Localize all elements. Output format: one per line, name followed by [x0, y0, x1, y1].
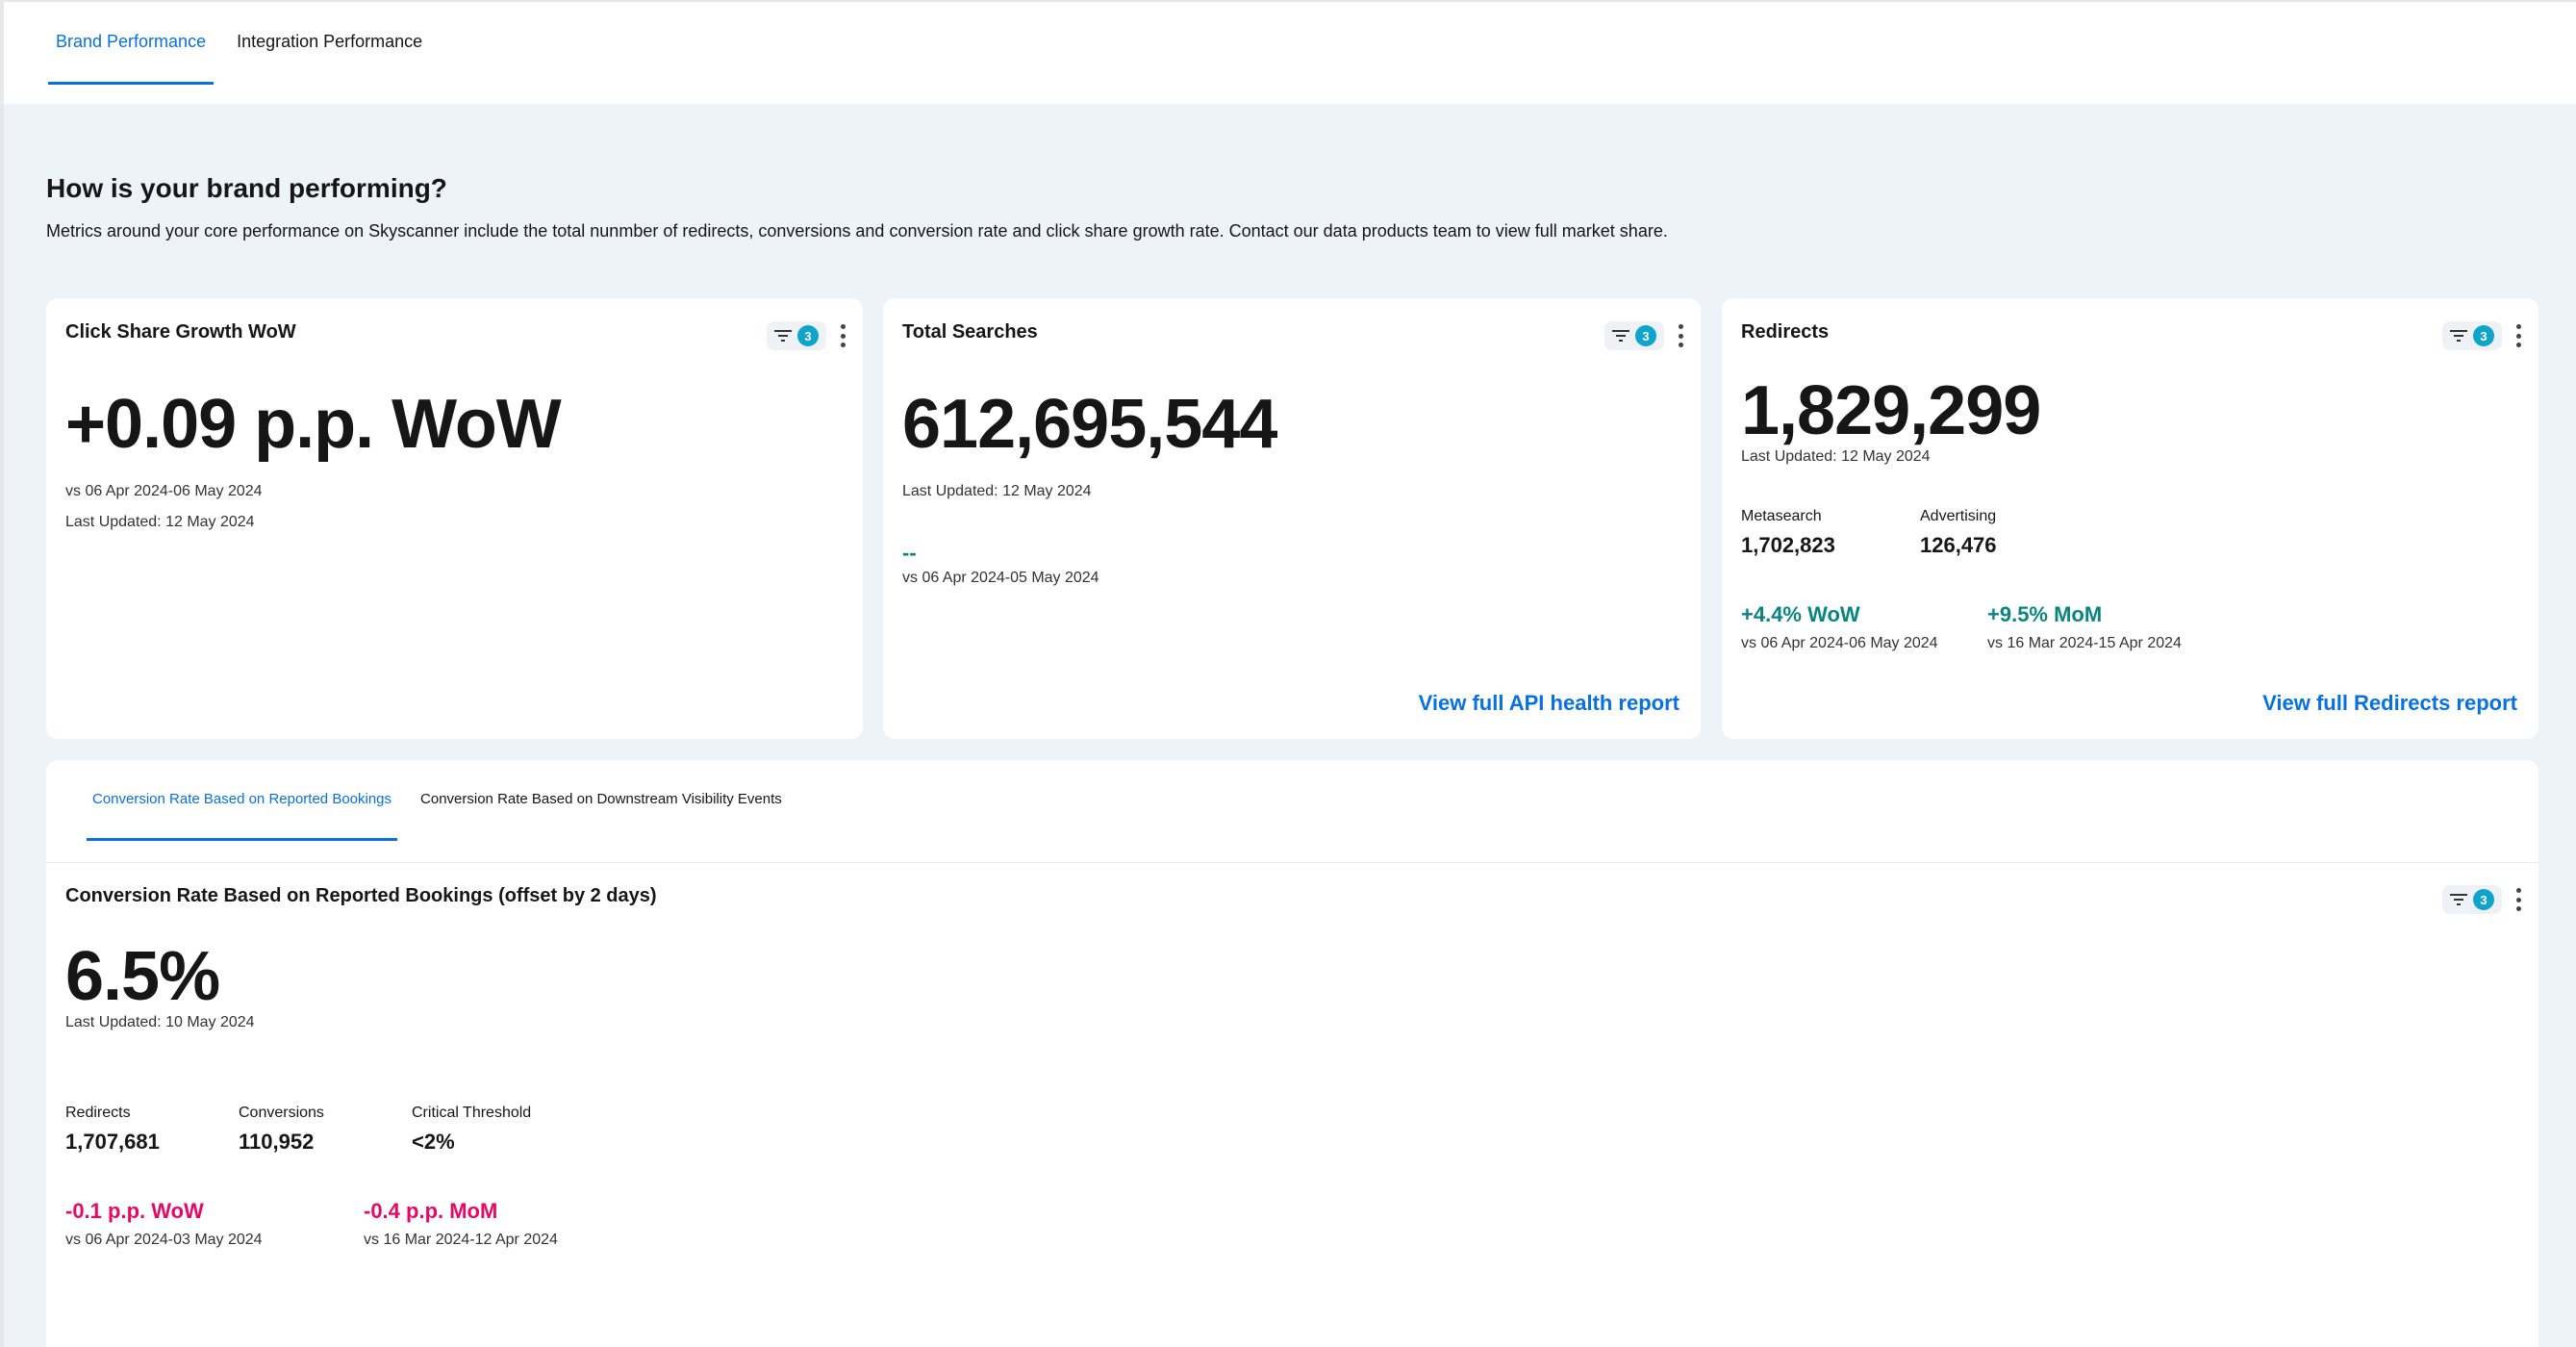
threshold-label: Critical Threshold: [412, 1105, 532, 1121]
filter-icon: [2450, 330, 2467, 342]
tab-downstream-visibility[interactable]: Conversion Rate Based on Downstream Visi…: [415, 760, 788, 841]
top-tabs: Brand Performance Integration Performanc…: [48, 2, 430, 104]
conversion-rate-value: 6.5%: [65, 938, 220, 1015]
card-actions: 3: [767, 321, 846, 350]
advertising-label: Advertising: [1920, 508, 1997, 524]
api-health-report-link[interactable]: View full API health report: [1419, 691, 1679, 716]
redirects-report-link[interactable]: View full Redirects report: [2262, 691, 2517, 716]
redirects-label: Redirects: [65, 1105, 131, 1121]
card-actions: 3: [2442, 885, 2521, 914]
conversions-label: Conversions: [239, 1105, 324, 1121]
click-share-card: Click Share Growth WoW 3 +0.09 p.p. WoW …: [46, 298, 863, 739]
filter-button[interactable]: 3: [767, 321, 826, 350]
top-tab-bar: Brand Performance Integration Performanc…: [0, 0, 2576, 104]
conversion-wow: -0.1 p.p. WoW: [65, 1199, 204, 1223]
redirects-wow: +4.4% WoW: [1741, 602, 1860, 626]
last-updated: Last Updated: 10 May 2024: [65, 1014, 255, 1030]
redirects-mom: +9.5% MoM: [1987, 602, 2103, 626]
last-updated: Last Updated: 12 May 2024: [1741, 448, 1931, 465]
conversion-title: Conversion Rate Based on Reported Bookin…: [65, 885, 657, 906]
total-searches-value: 612,695,544: [902, 386, 1277, 463]
conversions-value: 110,952: [239, 1130, 315, 1154]
redirects-value: 1,829,299: [1741, 372, 2041, 449]
card-title: Total Searches: [902, 321, 1038, 343]
searches-change: --: [902, 541, 917, 565]
redirects-value: 1,707,681: [65, 1130, 160, 1154]
filter-icon: [2450, 894, 2467, 905]
filter-count-badge: 3: [1635, 325, 1656, 346]
tab-divider: [46, 862, 2538, 863]
advertising-value: 126,476: [1920, 533, 1997, 557]
conversion-mom: -0.4 p.p. MoM: [364, 1199, 498, 1223]
threshold-value: <2%: [412, 1130, 455, 1154]
card-actions: 3: [2442, 321, 2521, 350]
redirects-mom-period: vs 16 Mar 2024-15 Apr 2024: [1987, 635, 2182, 651]
comparison-period: vs 06 Apr 2024-06 May 2024: [65, 483, 263, 499]
kebab-menu-icon[interactable]: [840, 324, 846, 347]
metasearch-label: Metasearch: [1741, 508, 1822, 524]
page-description: Metrics around your core performance on …: [46, 221, 1668, 241]
kebab-menu-icon[interactable]: [1678, 324, 1683, 347]
conversion-wow-period: vs 06 Apr 2024-03 May 2024: [65, 1232, 263, 1248]
tab-reported-bookings[interactable]: Conversion Rate Based on Reported Bookin…: [87, 760, 398, 841]
redirects-wow-period: vs 06 Apr 2024-06 May 2024: [1741, 635, 1938, 651]
comparison-period: vs 06 Apr 2024-05 May 2024: [902, 570, 1099, 586]
filter-count-badge: 3: [797, 325, 819, 346]
kebab-menu-icon[interactable]: [2515, 324, 2521, 347]
tab-brand-performance[interactable]: Brand Performance: [48, 2, 215, 85]
total-searches-card: Total Searches 3 612,695,544 Last Update…: [883, 298, 1701, 739]
left-border: [0, 104, 4, 1347]
card-title: Redirects: [1741, 321, 1830, 343]
kebab-menu-icon[interactable]: [2515, 888, 2521, 911]
redirects-card: Redirects 3 1,829,299 Last Updated: 12 M…: [1722, 298, 2538, 739]
conversion-panel: Conversion Rate Based on Reported Bookin…: [46, 760, 2538, 1347]
filter-count-badge: 3: [2473, 889, 2494, 910]
last-updated: Last Updated: 12 May 2024: [902, 483, 1092, 499]
filter-button[interactable]: 3: [2442, 885, 2502, 914]
filter-icon: [1612, 330, 1629, 342]
filter-icon: [774, 330, 792, 342]
page-title: How is your brand performing?: [46, 173, 447, 203]
last-updated: Last Updated: 12 May 2024: [65, 514, 255, 530]
metasearch-value: 1,702,823: [1741, 533, 1835, 557]
filter-button[interactable]: 3: [1604, 321, 1664, 350]
filter-count-badge: 3: [2473, 325, 2494, 346]
card-actions: 3: [1604, 321, 1683, 350]
card-title: Click Share Growth WoW: [65, 321, 296, 343]
click-share-value: +0.09 p.p. WoW: [65, 386, 562, 463]
filter-button[interactable]: 3: [2442, 321, 2502, 350]
tab-integration-performance[interactable]: Integration Performance: [229, 2, 430, 85]
conversion-tabs: Conversion Rate Based on Reported Bookin…: [87, 760, 788, 843]
conversion-mom-period: vs 16 Mar 2024-12 Apr 2024: [364, 1232, 558, 1248]
